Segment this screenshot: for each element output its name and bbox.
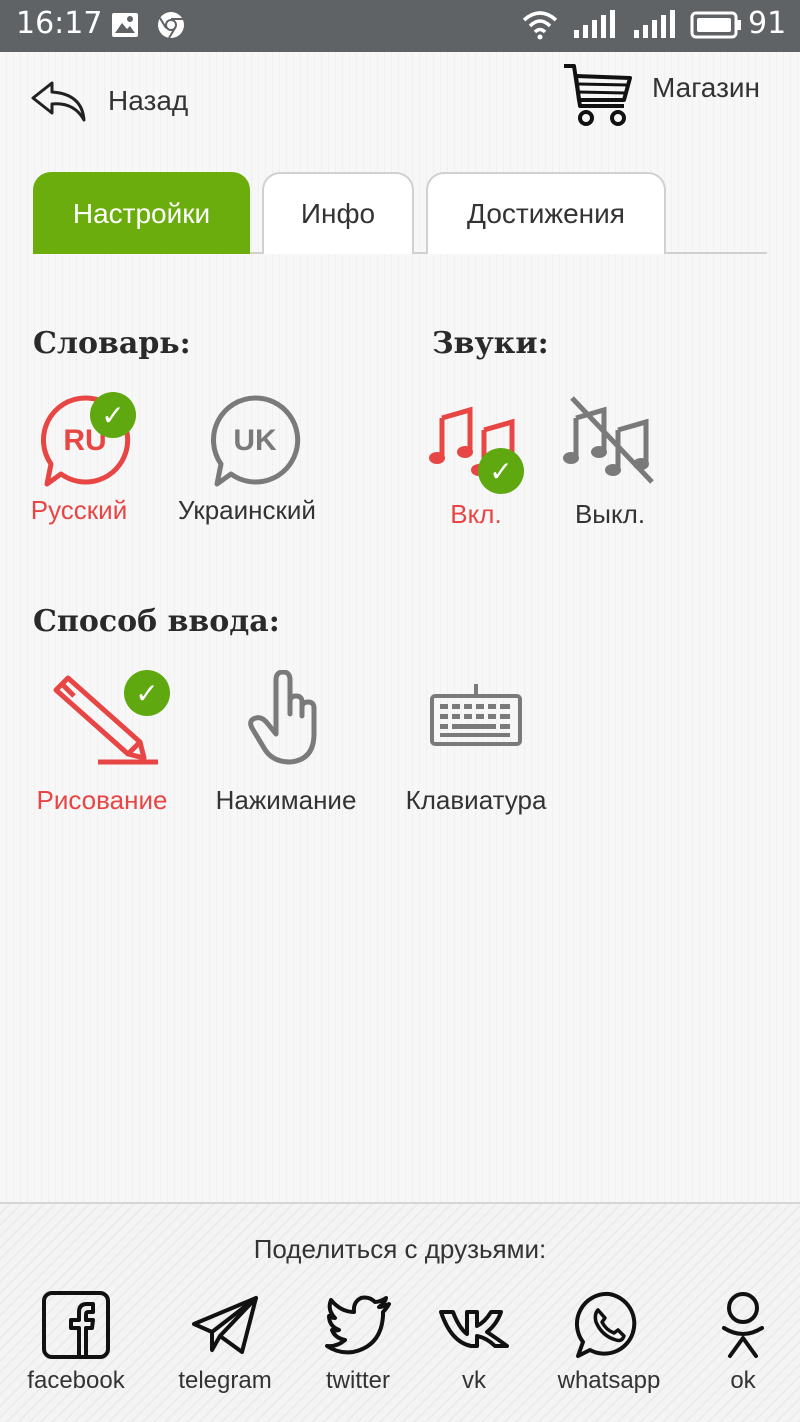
share-footer: Поделиться с друзьями: facebook telegram… [0,1202,800,1422]
signal-icon [634,10,675,38]
option-label: Нажимание [215,785,357,815]
keyboard-icon [430,684,522,746]
selected-check-icon: ✓ [90,392,136,438]
back-label: Назад [108,85,189,116]
twitter-icon [325,1295,391,1355]
share-label: telegram [178,1367,272,1394]
option-label: Украинский [178,495,316,525]
battery-icon [690,11,741,39]
option-label: Русский [30,495,128,525]
selected-check-icon: ✓ [478,448,524,494]
dictionary-option-russian[interactable]: RU ✓ Русский [30,390,140,526]
signal-icon [574,10,615,38]
wifi-icon [522,11,558,40]
input-option-keyboard[interactable]: Клавиатура [404,670,548,816]
input-option-drawing[interactable]: ✓ Рисование [32,670,172,816]
shopping-cart-icon [564,64,632,126]
share-vk[interactable]: vk [438,1290,510,1395]
sound-option-on[interactable]: ✓ Вкл. [428,390,524,530]
share-ok[interactable]: ok [708,1290,778,1395]
share-label: whatsapp [557,1367,661,1394]
input-method-title: Способ ввода: [33,604,280,639]
back-button[interactable]: Назад [30,80,188,122]
option-label: Клавиатура [405,785,547,815]
option-label: Рисование [36,785,168,815]
facebook-icon [42,1291,110,1359]
chrome-icon [158,12,184,39]
speech-bubble-uk-icon: UK [210,395,301,487]
share-label: ok [730,1367,756,1394]
share-label: twitter [325,1367,390,1394]
shop-label: Магазин [652,72,761,103]
share-telegram[interactable]: telegram [172,1290,278,1395]
share-label: facebook [27,1367,125,1394]
sound-option-off[interactable]: Выкл. [562,390,658,530]
share-whatsapp[interactable]: whatsapp [550,1290,668,1395]
option-label: Вкл. [450,499,502,529]
tab-info[interactable]: Инфо [262,172,414,254]
whatsapp-icon [575,1291,637,1358]
tab-bar: Настройки Инфо Достижения [33,172,767,254]
sounds-title: Звуки: [432,326,549,361]
back-arrow-icon [31,81,86,122]
option-label: Выкл. [574,499,646,529]
share-twitter[interactable]: twitter [318,1290,398,1395]
status-time: 16:17 [16,6,103,41]
telegram-icon [192,1296,258,1354]
uk-badge-text: UK [233,424,277,457]
vk-icon [439,1310,509,1348]
input-option-tapping[interactable]: Нажимание [212,669,360,816]
status-bar: 16:17 91 [0,0,800,52]
share-facebook[interactable]: facebook [20,1290,132,1395]
share-label: vk [462,1367,486,1394]
image-icon [112,13,138,37]
tab-settings[interactable]: Настройки [33,172,250,254]
dictionary-title: Словарь: [33,326,191,361]
selected-check-icon: ✓ [124,670,170,716]
share-title: Поделиться с друзьями: [253,1234,547,1264]
tab-achievements[interactable]: Достижения [426,172,666,254]
shop-button[interactable]: Магазин [562,62,760,128]
settings-screen: Назад Магазин Настройки Инфо Достижения … [0,52,800,1202]
tap-hand-icon [248,669,317,765]
music-muted-icon [563,396,654,484]
odnoklassniki-icon [722,1292,764,1358]
dictionary-option-ukrainian[interactable]: UK Украинский [178,390,316,526]
battery-level: 91 [748,6,787,41]
